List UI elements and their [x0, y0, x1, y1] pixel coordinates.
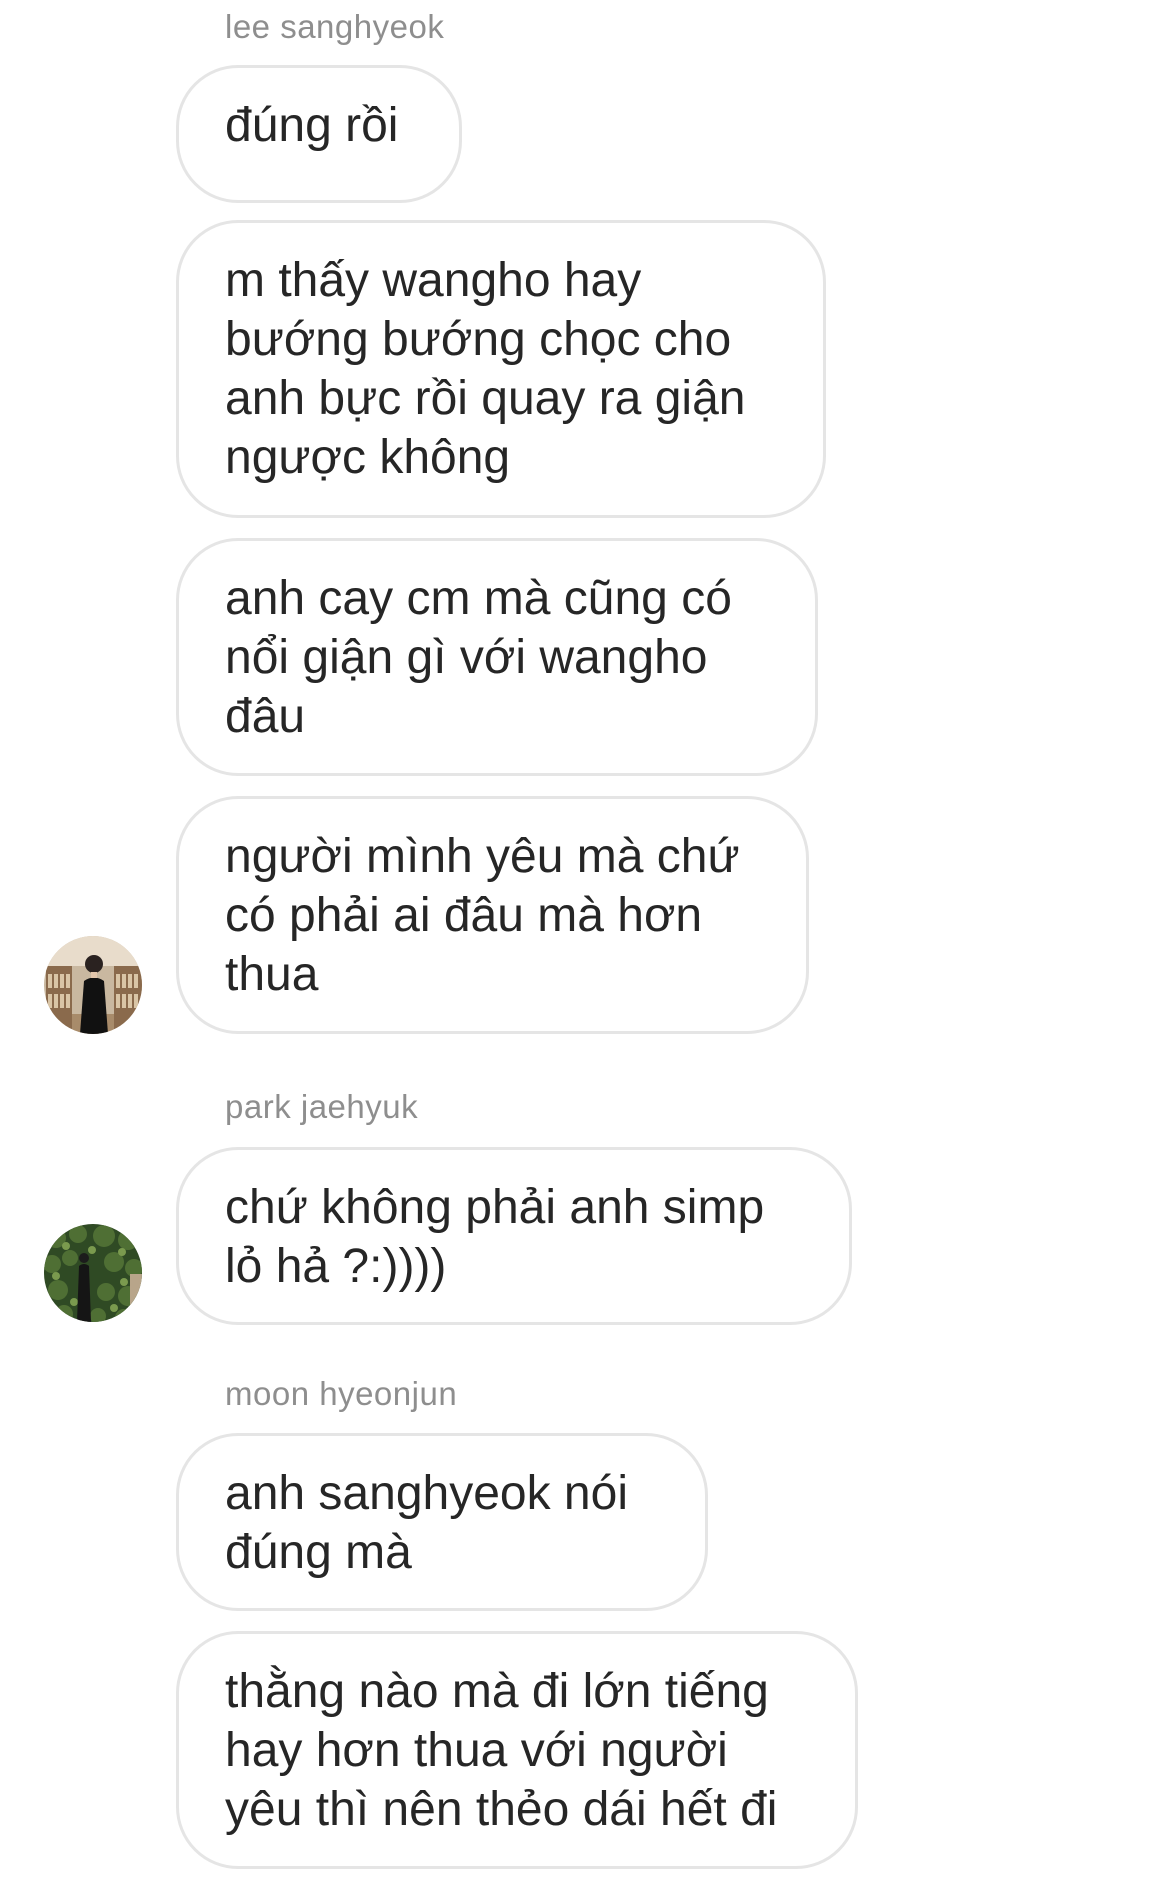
message-text: anh sanghyeok nói đúng mà — [225, 1467, 628, 1579]
profile-photo-library-icon — [44, 936, 142, 1034]
message-bubble[interactable]: m thấy wangho hay bướng bướng chọc cho a… — [176, 220, 826, 518]
avatar-lee-sanghyeok[interactable] — [44, 936, 142, 1034]
message-bubble[interactable]: người mình yêu mà chứ có phải ai đâu mà … — [176, 796, 809, 1034]
message-text: đúng rồi — [225, 99, 399, 152]
avatar-park-jaehyuk[interactable] — [44, 1224, 142, 1322]
profile-photo-greenery-icon — [44, 1224, 142, 1322]
message-bubble[interactable]: thằng nào mà đi lớn tiếng hay hơn thua v… — [176, 1631, 858, 1869]
message-bubble[interactable]: chứ không phải anh simp lỏ hả ?:)))) — [176, 1147, 852, 1325]
message-text: m thấy wangho hay bướng bướng chọc cho a… — [225, 254, 746, 484]
message-text: thằng nào mà đi lớn tiếng hay hơn thua v… — [225, 1665, 778, 1836]
sender-name-moon-hyeonjun: moon hyeonjun — [225, 1375, 458, 1412]
message-bubble[interactable]: anh sanghyeok nói đúng mà — [176, 1433, 708, 1611]
message-bubble[interactable]: anh cay cm mà cũng có nổi giận gì với wa… — [176, 538, 818, 776]
message-bubble[interactable]: đúng rồi — [176, 65, 462, 203]
sender-name-lee-sanghyeok: lee sanghyeok — [225, 8, 445, 45]
sender-name-park-jaehyuk: park jaehyuk — [225, 1088, 419, 1125]
message-text: người mình yêu mà chứ có phải ai đâu mà … — [225, 830, 740, 1001]
message-text: chứ không phải anh simp lỏ hả ?:)))) — [225, 1181, 765, 1293]
message-text: anh cay cm mà cũng có nổi giận gì với wa… — [225, 572, 732, 743]
